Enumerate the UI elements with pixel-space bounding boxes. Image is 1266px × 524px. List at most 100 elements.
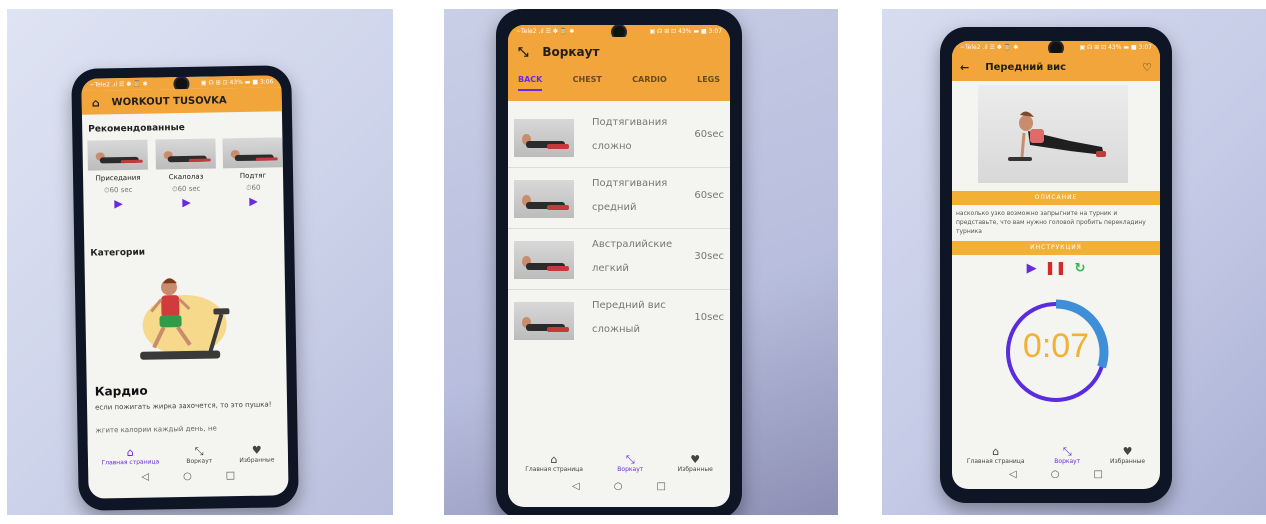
workout-icon: ⤡ [1062, 445, 1072, 458]
phone-frame: ~Tele2 .ıl ☰ ✽ ⌛ ✱ ▣ ☊ ⊞ ⊡ 43% ▬ ■ 3:06 … [71, 65, 299, 511]
status-left: ~Tele2 .ıl ☰ ✽ ⌛ ✱ [89, 80, 148, 89]
nav-workout[interactable]: ⤡ Воркаут [1054, 445, 1080, 466]
list-item[interactable]: Передний вис сложный 10sec [508, 290, 730, 350]
bottom-navigation: ⌂ Главная страница ⤡ Воркаут ♥ Избранные [952, 439, 1160, 466]
exercise-list: Подтягивания сложно 60sec Подтягивания с… [508, 107, 730, 350]
exercise-name: Подтяг [239, 171, 267, 181]
back-icon[interactable]: ◁ [572, 481, 580, 492]
bottom-navigation: ⌂ Главная страница ⤡ Воркаут ♥ Избранные [87, 437, 289, 467]
photo-workout-screen: ~Tele2 .ıl ☰ ✽ ⌛ ✱ ▣ ☊ ⊞ ⊡ 43% ▬ ■ 3:07 … [444, 9, 838, 515]
tab-legs[interactable]: LEGS [697, 75, 720, 91]
category-description-2: жгите калории каждый день, не [95, 424, 217, 435]
exercise-thumbnail [514, 180, 574, 218]
timer-controls: ▶ ❚❚ ↻ [952, 261, 1160, 276]
workout-icon[interactable]: ⤡ [518, 45, 528, 60]
recents-icon[interactable]: □ [656, 481, 665, 492]
tab-cardio[interactable]: CARDIO [632, 75, 667, 91]
recents-icon[interactable]: □ [226, 470, 236, 481]
exercise-thumbnail [514, 302, 574, 340]
heart-icon: ♥ [251, 443, 262, 457]
nav-label: Воркаут [617, 466, 644, 473]
system-navigation: ◁ ○ □ [88, 469, 288, 483]
photo-exercise-detail-screen: ~Tele2 .ıl ☰ ✽ ⌛ ✱ ▣ ☊ ⊞ ⊡ 43% ▬ ■ 3:07 … [882, 9, 1266, 515]
tab-bar: BACK CHEST CARDIO LEGS [508, 75, 730, 91]
nav-workout[interactable]: ⤡ Воркаут [617, 454, 644, 474]
phone-frame: ~Tele2 .ıl ☰ ✽ ⌛ ✱ ▣ ☊ ⊞ ⊡ 43% ▬ ■ 3:07 … [940, 27, 1172, 503]
nav-favorites[interactable]: ♥ Избранные [239, 444, 274, 464]
home-icon: ⌂ [992, 445, 1000, 458]
home-icon[interactable]: ⌂ [92, 96, 100, 109]
description-text: насколько узко возможно запрыгните на ту… [956, 210, 1146, 235]
exercise-time: 10sec [694, 312, 724, 323]
category-name[interactable]: Кардио [95, 384, 148, 399]
exercise-thumbnail [87, 139, 148, 171]
home-icon: ⌂ [126, 445, 134, 460]
tab-chest[interactable]: CHEST [573, 75, 602, 91]
nav-label: Главная страница [525, 466, 583, 473]
cardio-illustration [129, 268, 241, 366]
status-left: ~Tele2 .ıl ☰ ✽ ⌛ ✱ [960, 43, 1019, 51]
app-title: WORKOUT TUSOVKA [111, 94, 227, 108]
exercise-name: Подтягивания [592, 117, 668, 128]
pause-icon[interactable]: ❚❚ [1045, 261, 1067, 276]
exercise-level: сложный [592, 324, 640, 335]
phone-frame: ~Tele2 .ıl ☰ ✽ ⌛ ✱ ▣ ☊ ⊞ ⊡ 43% ▬ ■ 3:07 … [496, 9, 742, 515]
workout-icon: ⤡ [194, 444, 204, 458]
exercise-name: Приседания [95, 173, 141, 183]
app-title: Воркаут [542, 45, 600, 59]
nav-label: Воркаут [186, 457, 213, 466]
phone-screen: ~Tele2 .ıl ☰ ✽ ⌛ ✱ ▣ ☊ ⊞ ⊡ 43% ▬ ■ 3:07 … [508, 25, 730, 507]
recommended-card[interactable]: Подтяг ⏱60 ▶ [222, 137, 284, 228]
exercise-level: легкий [592, 263, 629, 274]
tab-back[interactable]: BACK [518, 75, 543, 91]
recents-icon[interactable]: □ [1093, 469, 1102, 480]
heart-icon: ♥ [690, 453, 701, 466]
category-description: если пожигать жирка захочется, то это пу… [95, 400, 272, 412]
nav-label: Избранные [1109, 458, 1146, 465]
exercise-level: сложно [592, 141, 632, 152]
play-icon[interactable]: ▶ [155, 195, 217, 209]
restart-icon[interactable]: ↻ [1074, 261, 1085, 276]
play-icon[interactable]: ▶ [1027, 261, 1037, 276]
exercise-thumbnail [514, 241, 574, 279]
exercise-time: 30sec [694, 251, 724, 262]
home-icon: ⌂ [550, 453, 558, 466]
play-icon[interactable]: ▶ [87, 197, 149, 211]
description-header: ОПИСАНИЕ [952, 191, 1160, 205]
nav-home[interactable]: ⌂ Главная страница [966, 445, 1025, 466]
exercise-thumbnail [155, 138, 216, 170]
recommended-card[interactable]: Скалолаз ⏱60 sec ▶ [154, 138, 218, 229]
home-circle-icon[interactable]: ○ [183, 471, 192, 482]
nav-favorites[interactable]: ♥ Избранные [678, 453, 713, 474]
list-item[interactable]: Подтягивания сложно 60sec [508, 107, 730, 168]
exercise-level: средний [592, 202, 637, 213]
status-right: ▣ ☊ ⊞ ⊡ 43% ▬ ■ 3:07 [1079, 43, 1152, 51]
app-bar: ⤡ Воркаут BACK CHEST CARDIO LEGS [508, 37, 730, 101]
countdown-timer: 0:07 [1001, 297, 1111, 407]
back-arrow-icon[interactable]: ← [960, 61, 969, 74]
exercise-time: ⏱60 [245, 183, 261, 192]
exercise-time: 60sec [694, 129, 724, 140]
nav-workout[interactable]: ⤡ Воркаут [186, 444, 213, 466]
recommended-card[interactable]: Приседания ⏱60 sec ▶ [86, 139, 150, 231]
instruction-header: ИНСТРУКЦИЯ [952, 241, 1160, 255]
exercise-time: ⏱60 sec [172, 184, 201, 194]
play-icon[interactable]: ▶ [223, 194, 283, 208]
system-navigation: ◁ ○ □ [952, 469, 1160, 480]
back-icon[interactable]: ◁ [1009, 469, 1017, 480]
favorite-heart-icon[interactable]: ♡ [1142, 61, 1152, 74]
heart-icon: ♥ [1122, 445, 1133, 458]
home-circle-icon[interactable]: ○ [1051, 469, 1060, 480]
exercise-name: Передний вис [592, 300, 666, 311]
nav-favorites[interactable]: ♥ Избранные [1109, 445, 1146, 466]
back-icon[interactable]: ◁ [141, 472, 149, 483]
nav-label: Главная страница [966, 458, 1025, 465]
exercise-name: Скалолаз [168, 172, 204, 182]
home-circle-icon[interactable]: ○ [614, 481, 623, 492]
nav-home[interactable]: ⌂ Главная страница [525, 453, 583, 474]
list-item[interactable]: Австралийские легкий 30sec [508, 229, 730, 290]
system-navigation: ◁ ○ □ [508, 481, 730, 492]
list-item[interactable]: Подтягивания средний 60sec [508, 168, 730, 229]
status-right: ▣ ☊ ⊞ ⊡ 43% ▬ ■ 3:06 [200, 77, 274, 87]
nav-home[interactable]: ⌂ Главная страница [101, 445, 160, 467]
